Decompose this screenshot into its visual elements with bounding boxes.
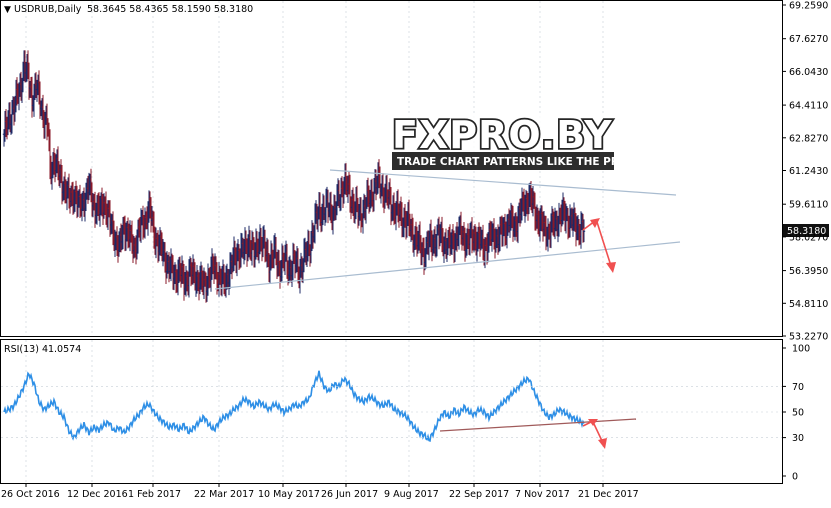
x-tick-label: 26 Jun 2017: [321, 489, 378, 500]
y-tick-label: 58.0270: [789, 232, 828, 243]
y-tick-label: 61.2430: [789, 166, 828, 177]
y-tick-label: 54.8110: [789, 299, 828, 310]
x-tick-label: 7 Nov 2017: [515, 489, 570, 500]
x-tick-label: 10 May 2017: [258, 489, 320, 500]
symbol-label: USDRUB,Daily: [14, 4, 82, 15]
chart-svg: FXPRO.BY TRADE CHART PATTERNS LIKE THE P…: [0, 0, 831, 504]
watermark-brand: FXPRO.BY: [392, 113, 613, 157]
x-tick-label: 26 Oct 2016: [1, 489, 60, 500]
rsi-tick-label: 0: [792, 472, 798, 483]
watermark: FXPRO.BY TRADE CHART PATTERNS LIKE THE P…: [386, 111, 635, 170]
rsi-tick-label: 30: [792, 433, 804, 444]
y-tick-label: 67.6270: [789, 34, 828, 45]
rsi-label: RSI(13) 41.0574: [4, 344, 81, 355]
ohlc-values: 58.3645 58.4365 58.1590 58.3180: [87, 4, 253, 15]
x-tick-label: 22 Sep 2017: [449, 489, 509, 500]
header-triangle-icon[interactable]: ▼: [4, 5, 11, 15]
rsi-tick-label: 70: [792, 382, 804, 393]
x-tick-label: 1 Feb 2017: [128, 489, 181, 500]
x-tick-label: 12 Dec 2016: [67, 489, 128, 500]
x-tick-label: 22 Mar 2017: [194, 489, 254, 500]
rsi-tick-label: 100: [792, 344, 810, 355]
y-tick-label: 56.3950: [789, 266, 828, 277]
y-tick-label: 62.8270: [789, 133, 828, 144]
y-tick-label: 64.4110: [789, 101, 828, 112]
x-tick-label: 9 Aug 2017: [384, 489, 439, 500]
chart-root: FXPRO.BY TRADE CHART PATTERNS LIKE THE P…: [0, 0, 831, 504]
x-tick-label: 21 Dec 2017: [578, 489, 639, 500]
y-tick-label: 53.2270: [789, 332, 828, 343]
y-tick-label: 59.6110: [789, 200, 828, 211]
y-tick-label: 66.0430: [789, 67, 828, 78]
y-tick-label: 69.2590: [789, 1, 828, 12]
watermark-tagline: TRADE CHART PATTERNS LIKE THE PROS: [397, 156, 635, 168]
rsi-tick-label: 50: [792, 408, 804, 419]
